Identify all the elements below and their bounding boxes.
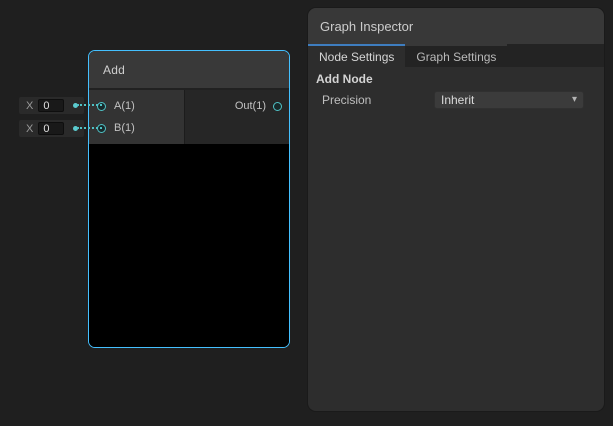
port-input-axis-label: X — [26, 123, 33, 135]
port-a-value-field[interactable]: 0 — [38, 99, 64, 112]
add-node[interactable]: Add A(1) B(1) Out(1) — [88, 50, 290, 348]
edge-dashed-line-a — [77, 104, 102, 106]
precision-field-row: Precision Inherit ▾ — [316, 91, 596, 109]
input-port-a-label: A(1) — [114, 100, 135, 112]
chevron-down-icon: ▾ — [572, 95, 577, 105]
port-b-value-field[interactable]: 0 — [38, 122, 64, 135]
edge-dashed-line-b — [77, 127, 102, 129]
port-input-widget-a: X 0 — [19, 97, 84, 114]
tab-node-settings[interactable]: Node Settings — [308, 44, 405, 67]
node-output-ports: Out(1) — [184, 90, 289, 144]
precision-dropdown[interactable]: Inherit ▾ — [434, 91, 584, 109]
port-input-widget-b: X 0 — [19, 120, 84, 137]
inspector-content: Add Node Precision Inherit ▾ — [308, 67, 604, 411]
tab-node-settings-label: Node Settings — [319, 50, 394, 64]
input-port-b-label: B(1) — [114, 122, 135, 134]
port-a-value: 0 — [43, 100, 49, 112]
output-port-label: Out(1) — [235, 100, 266, 112]
graph-inspector-panel[interactable]: Graph Inspector Node Settings Graph Sett… — [308, 8, 604, 411]
precision-dropdown-value: Inherit — [441, 93, 474, 107]
input-port-b[interactable]: B(1) — [89, 117, 184, 139]
node-ports: A(1) B(1) Out(1) — [89, 90, 289, 144]
precision-label: Precision — [322, 93, 434, 107]
port-b-value: 0 — [43, 123, 49, 135]
input-port-a[interactable]: A(1) — [89, 95, 184, 117]
output-port-icon[interactable] — [273, 102, 282, 111]
graph-inspector-titlebar[interactable]: Graph Inspector — [308, 8, 604, 44]
node-title: Add — [103, 63, 125, 77]
shader-graph-canvas[interactable]: X 0 X 0 Add A(1) B(1) — [0, 0, 613, 426]
tab-graph-settings-label: Graph Settings — [416, 50, 496, 64]
node-preview-area[interactable] — [89, 144, 289, 347]
node-input-ports: A(1) B(1) — [89, 90, 184, 144]
tab-graph-settings[interactable]: Graph Settings — [405, 44, 507, 67]
graph-inspector-title: Graph Inspector — [320, 19, 413, 34]
inspector-tab-bar: Node Settings Graph Settings — [308, 44, 604, 67]
section-title: Add Node — [316, 72, 596, 86]
add-node-header[interactable]: Add — [89, 51, 289, 90]
port-input-axis-label: X — [26, 100, 33, 112]
input-port-a-icon[interactable] — [97, 102, 106, 111]
output-port[interactable]: Out(1) — [185, 95, 289, 117]
